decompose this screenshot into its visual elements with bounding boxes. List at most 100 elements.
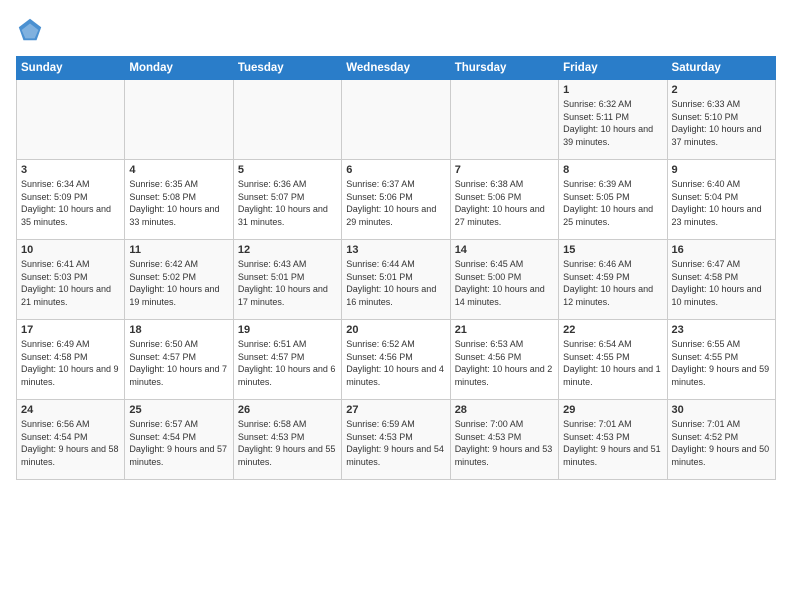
calendar-cell — [342, 80, 450, 160]
day-info: Sunrise: 6:52 AMSunset: 4:56 PMDaylight:… — [346, 338, 445, 388]
day-number: 8 — [563, 164, 662, 176]
column-header-thursday: Thursday — [450, 57, 558, 80]
day-number: 28 — [455, 404, 554, 416]
day-info: Sunrise: 6:51 AMSunset: 4:57 PMDaylight:… — [238, 338, 337, 388]
day-info: Sunrise: 6:59 AMSunset: 4:53 PMDaylight:… — [346, 418, 445, 468]
day-number: 17 — [21, 324, 120, 336]
day-info: Sunrise: 6:41 AMSunset: 5:03 PMDaylight:… — [21, 258, 120, 308]
calendar-cell: 22 Sunrise: 6:54 AMSunset: 4:55 PMDayligh… — [559, 320, 667, 400]
calendar-cell: 20 Sunrise: 6:52 AMSunset: 4:56 PMDayligh… — [342, 320, 450, 400]
day-number: 5 — [238, 164, 337, 176]
day-info: Sunrise: 6:43 AMSunset: 5:01 PMDaylight:… — [238, 258, 337, 308]
calendar-cell: 16Sunrise: 6:47 AMSunset: 4:58 PMDayligh… — [667, 240, 775, 320]
logo — [16, 16, 48, 44]
day-info: Sunrise: 6:39 AMSunset: 5:05 PMDaylight:… — [563, 178, 662, 228]
day-number: 6 — [346, 164, 445, 176]
day-info: Sunrise: 6:45 AMSunset: 5:00 PMDaylight:… — [455, 258, 554, 308]
day-number: 27 — [346, 404, 445, 416]
calendar-cell: 15 Sunrise: 6:46 AMSunset: 4:59 PMDayligh… — [559, 240, 667, 320]
day-info: Sunrise: 6:57 AMSunset: 4:54 PMDaylight:… — [129, 418, 228, 468]
day-info: Sunrise: 6:54 AMSunset: 4:55 PMDaylight:… — [563, 338, 662, 388]
calendar-cell: 19 Sunrise: 6:51 AMSunset: 4:57 PMDayligh… — [233, 320, 341, 400]
day-number: 3 — [21, 164, 120, 176]
calendar-cell: 21 Sunrise: 6:53 AMSunset: 4:56 PMDayligh… — [450, 320, 558, 400]
day-info: Sunrise: 6:50 AMSunset: 4:57 PMDaylight:… — [129, 338, 228, 388]
day-number: 30 — [672, 404, 771, 416]
calendar-cell: 6 Sunrise: 6:37 AMSunset: 5:06 PMDaylight… — [342, 160, 450, 240]
column-header-monday: Monday — [125, 57, 233, 80]
day-number: 23 — [672, 324, 771, 336]
calendar-cell: 23 Sunrise: 6:55 AMSunset: 4:55 PMDayligh… — [667, 320, 775, 400]
day-info: Sunrise: 6:34 AMSunset: 5:09 PMDaylight:… — [21, 178, 120, 228]
calendar-cell: 1 Sunrise: 6:32 AMSunset: 5:11 PMDaylight… — [559, 80, 667, 160]
day-info: Sunrise: 7:01 AMSunset: 4:53 PMDaylight:… — [563, 418, 662, 468]
calendar-cell — [450, 80, 558, 160]
calendar-cell: 7Sunrise: 6:38 AMSunset: 5:06 PMDaylight… — [450, 160, 558, 240]
calendar-cell: 11Sunrise: 6:42 AMSunset: 5:02 PMDayligh… — [125, 240, 233, 320]
page-header — [16, 16, 776, 44]
day-number: 21 — [455, 324, 554, 336]
day-info: Sunrise: 6:47 AMSunset: 4:58 PMDaylight:… — [672, 258, 771, 308]
calendar-cell: 9 Sunrise: 6:40 AMSunset: 5:04 PMDaylight… — [667, 160, 775, 240]
calendar-cell: 10 Sunrise: 6:41 AMSunset: 5:03 PMDayligh… — [17, 240, 125, 320]
day-number: 12 — [238, 244, 337, 256]
day-number: 24 — [21, 404, 120, 416]
day-number: 18 — [129, 324, 228, 336]
calendar-week-row: 24 Sunrise: 6:56 AMSunset: 4:54 PMDayligh… — [17, 400, 776, 480]
calendar-cell: 14 Sunrise: 6:45 AMSunset: 5:00 PMDayligh… — [450, 240, 558, 320]
calendar-week-row: 1 Sunrise: 6:32 AMSunset: 5:11 PMDaylight… — [17, 80, 776, 160]
day-number: 25 — [129, 404, 228, 416]
calendar-cell: 25 Sunrise: 6:57 AMSunset: 4:54 PMDayligh… — [125, 400, 233, 480]
calendar-cell: 13 Sunrise: 6:44 AMSunset: 5:01 PMDayligh… — [342, 240, 450, 320]
day-number: 20 — [346, 324, 445, 336]
day-info: Sunrise: 6:32 AMSunset: 5:11 PMDaylight:… — [563, 98, 662, 148]
day-number: 22 — [563, 324, 662, 336]
day-number: 4 — [129, 164, 228, 176]
calendar-week-row: 10 Sunrise: 6:41 AMSunset: 5:03 PMDayligh… — [17, 240, 776, 320]
day-info: Sunrise: 6:55 AMSunset: 4:55 PMDaylight:… — [672, 338, 771, 388]
calendar-cell — [125, 80, 233, 160]
calendar-cell: 28 Sunrise: 7:00 AMSunset: 4:53 PMDayligh… — [450, 400, 558, 480]
day-info: Sunrise: 6:46 AMSunset: 4:59 PMDaylight:… — [563, 258, 662, 308]
day-number: 1 — [563, 84, 662, 96]
day-info: Sunrise: 6:56 AMSunset: 4:54 PMDaylight:… — [21, 418, 120, 468]
day-number: 29 — [563, 404, 662, 416]
calendar-cell — [17, 80, 125, 160]
calendar-cell: 4 Sunrise: 6:35 AMSunset: 5:08 PMDaylight… — [125, 160, 233, 240]
day-info: Sunrise: 6:33 AMSunset: 5:10 PMDaylight:… — [672, 98, 771, 148]
calendar-header-row: SundayMondayTuesdayWednesdayThursdayFrid… — [17, 57, 776, 80]
day-number: 13 — [346, 244, 445, 256]
day-info: Sunrise: 6:37 AMSunset: 5:06 PMDaylight:… — [346, 178, 445, 228]
calendar-cell: 30Sunrise: 7:01 AMSunset: 4:52 PMDayligh… — [667, 400, 775, 480]
day-info: Sunrise: 6:38 AMSunset: 5:06 PMDaylight:… — [455, 178, 554, 228]
calendar-cell: 5 Sunrise: 6:36 AMSunset: 5:07 PMDaylight… — [233, 160, 341, 240]
calendar-cell: 18 Sunrise: 6:50 AMSunset: 4:57 PMDayligh… — [125, 320, 233, 400]
day-info: Sunrise: 7:00 AMSunset: 4:53 PMDaylight:… — [455, 418, 554, 468]
day-number: 10 — [21, 244, 120, 256]
calendar-cell: 24 Sunrise: 6:56 AMSunset: 4:54 PMDayligh… — [17, 400, 125, 480]
calendar-cell: 29 Sunrise: 7:01 AMSunset: 4:53 PMDayligh… — [559, 400, 667, 480]
column-header-sunday: Sunday — [17, 57, 125, 80]
day-info: Sunrise: 6:40 AMSunset: 5:04 PMDaylight:… — [672, 178, 771, 228]
day-info: Sunrise: 6:42 AMSunset: 5:02 PMDaylight:… — [129, 258, 228, 308]
day-info: Sunrise: 6:36 AMSunset: 5:07 PMDaylight:… — [238, 178, 337, 228]
calendar-cell: 2 Sunrise: 6:33 AMSunset: 5:10 PMDaylight… — [667, 80, 775, 160]
column-header-wednesday: Wednesday — [342, 57, 450, 80]
day-info: Sunrise: 6:49 AMSunset: 4:58 PMDaylight:… — [21, 338, 120, 388]
day-info: Sunrise: 6:53 AMSunset: 4:56 PMDaylight:… — [455, 338, 554, 388]
day-number: 15 — [563, 244, 662, 256]
day-number: 19 — [238, 324, 337, 336]
calendar-cell: 8 Sunrise: 6:39 AMSunset: 5:05 PMDaylight… — [559, 160, 667, 240]
day-info: Sunrise: 6:35 AMSunset: 5:08 PMDaylight:… — [129, 178, 228, 228]
calendar-week-row: 3 Sunrise: 6:34 AMSunset: 5:09 PMDaylight… — [17, 160, 776, 240]
day-number: 26 — [238, 404, 337, 416]
day-number: 2 — [672, 84, 771, 96]
calendar-table: SundayMondayTuesdayWednesdayThursdayFrid… — [16, 56, 776, 480]
calendar-cell: 27 Sunrise: 6:59 AMSunset: 4:53 PMDayligh… — [342, 400, 450, 480]
day-number: 9 — [672, 164, 771, 176]
day-info: Sunrise: 6:44 AMSunset: 5:01 PMDaylight:… — [346, 258, 445, 308]
day-number: 14 — [455, 244, 554, 256]
calendar-cell: 12 Sunrise: 6:43 AMSunset: 5:01 PMDayligh… — [233, 240, 341, 320]
column-header-friday: Friday — [559, 57, 667, 80]
logo-icon — [16, 16, 44, 44]
